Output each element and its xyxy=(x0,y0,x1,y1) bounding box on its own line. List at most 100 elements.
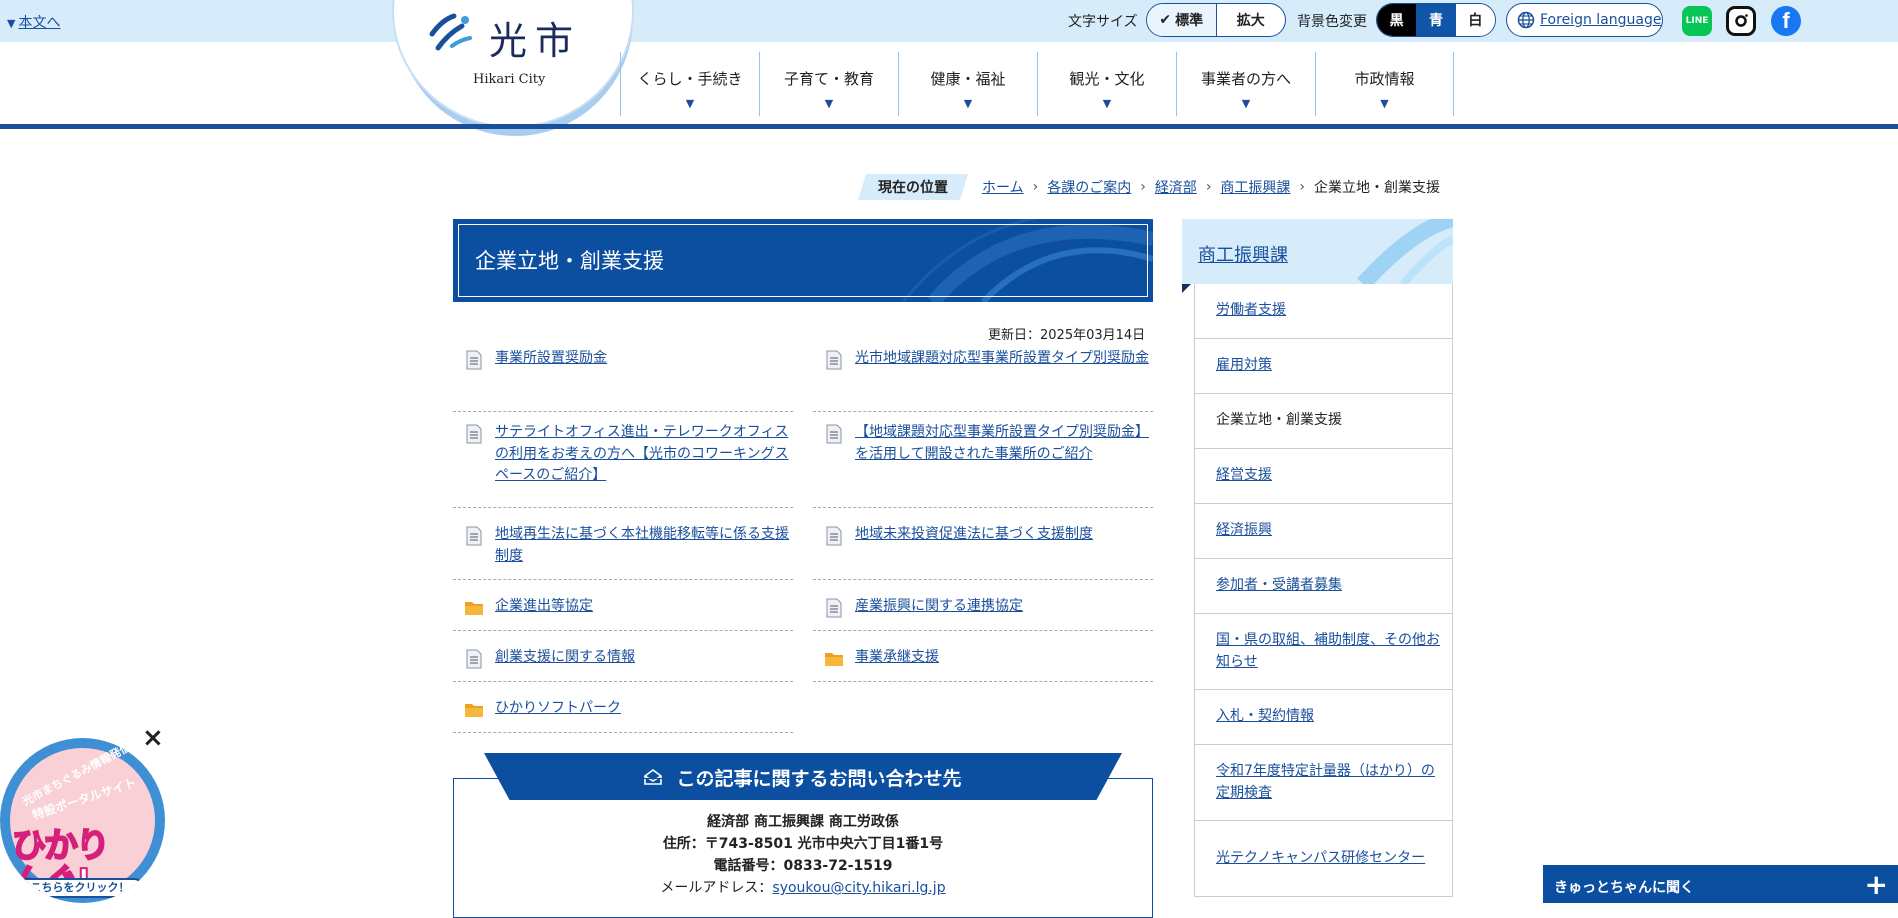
sidebar-item-label: 企業立地・創業支援 xyxy=(1216,412,1342,429)
document-icon xyxy=(466,526,482,546)
document-icon xyxy=(826,526,842,546)
city-emblem-icon xyxy=(429,13,472,51)
gnav-label: 子育て・教育 xyxy=(783,70,874,88)
chat-widget-bar[interactable]: きゅっとちゃんに聞く + xyxy=(1543,865,1898,903)
gnav-item-health[interactable]: 健康・福祉 ▼ xyxy=(898,52,1037,116)
skip-link-label: 本文へ xyxy=(18,15,61,31)
list-item[interactable]: 企業進出等協定 xyxy=(453,596,793,631)
sidebar-item[interactable]: 労働者支援 xyxy=(1195,284,1452,339)
link-text: 事業所設置奨励金 xyxy=(495,350,607,366)
plus-icon: + xyxy=(1864,868,1888,901)
link-text: 創業支援に関する情報 xyxy=(495,649,635,665)
document-icon xyxy=(466,424,482,444)
folder-icon xyxy=(825,653,843,666)
gnav-item-city-info[interactable]: 市政情報 ▼ xyxy=(1315,52,1454,116)
breadcrumb-economy[interactable]: 経済部 xyxy=(1155,177,1197,197)
breadcrumb-separator: › xyxy=(1140,179,1146,195)
gnav-label: 健康・福祉 xyxy=(930,70,1006,88)
bg-color-label: 背景色変更 xyxy=(1297,13,1367,30)
font-size-switcher: ✔ 標準 拡大 xyxy=(1146,3,1286,37)
gnav-item-childcare[interactable]: 子育て・教育 ▼ xyxy=(759,52,898,116)
link-text: 地域未来投資促進法に基づく支援制度 xyxy=(855,526,1093,542)
list-item[interactable]: サテライトオフィス進出・テレワークオフィスの利用をお考えの方へ【光市のコワーキン… xyxy=(453,422,793,508)
breadcrumb-home[interactable]: ホーム xyxy=(982,177,1024,197)
document-icon xyxy=(466,350,482,370)
font-size-standard-button[interactable]: ✔ 標準 xyxy=(1147,4,1217,36)
contact-email-label: メールアドレス： xyxy=(660,880,773,896)
document-icon xyxy=(826,350,842,370)
folder-icon xyxy=(465,602,483,615)
bg-blue-button[interactable]: 青 xyxy=(1416,4,1456,36)
triangle-down-icon: ▼ xyxy=(1102,97,1112,110)
breadcrumb-separator: › xyxy=(1299,179,1306,195)
line-icon[interactable]: LINE xyxy=(1682,6,1712,36)
sidebar-item-label: 光テクノキャンパス研修センター xyxy=(1216,849,1426,866)
link-text: 産業振興に関する連携協定 xyxy=(855,598,1023,614)
contact-phone: 電話番号：0833-72-1519 xyxy=(713,858,893,874)
sidebar-item[interactable]: 参加者・受講者募集 xyxy=(1195,559,1452,614)
sidebar-item[interactable]: 令和7年度特定計量器（はかり）の定期検査 xyxy=(1195,745,1452,821)
sidebar-heading-box: 商工振興課 xyxy=(1182,219,1453,284)
sidebar-wave-decoration xyxy=(1357,219,1453,284)
breadcrumb-here-label: 現在の位置 xyxy=(858,174,968,200)
link-text: 光市地域課題対応型事業所設置タイプ別奨励金 xyxy=(855,350,1149,366)
breadcrumb-separator: › xyxy=(1032,179,1039,195)
instagram-icon[interactable] xyxy=(1726,6,1756,36)
bg-white-button[interactable]: 白 xyxy=(1455,4,1495,36)
triangle-down-icon: ▼ xyxy=(685,97,695,110)
banner-cta: こちらをクリック！ xyxy=(16,878,144,898)
foreign-language-button[interactable]: Foreign language xyxy=(1506,3,1663,37)
logo-name: 光市 xyxy=(489,19,582,63)
list-item[interactable]: 創業支援に関する情報 xyxy=(453,647,793,682)
breadcrumb-commerce[interactable]: 商工振興課 xyxy=(1220,177,1290,197)
gnav-label: 事業者の方へ xyxy=(1200,70,1291,88)
foreign-language-label: Foreign language xyxy=(1540,12,1662,28)
gnav-item-tourism[interactable]: 観光・文化 ▼ xyxy=(1037,52,1176,116)
list-item[interactable]: 【地域課題対応型事業所設置タイプ別奨励金】を活用して開設された事業所のご紹介 xyxy=(813,422,1153,508)
sidebar-item[interactable]: 光テクノキャンパス研修センター xyxy=(1195,821,1452,897)
list-item[interactable]: 事業承継支援 xyxy=(813,647,1153,682)
page-title-box: 企業立地・創業支援 xyxy=(453,219,1153,302)
font-size-standard-label: 標準 xyxy=(1175,13,1204,29)
document-icon xyxy=(826,424,842,444)
contact-address: 住所：〒743-8501 光市中央六丁目1番1号 xyxy=(662,836,944,852)
font-size-large-button[interactable]: 拡大 xyxy=(1217,4,1286,36)
sidebar-item-label: 経営支援 xyxy=(1216,467,1272,484)
link-text: サテライトオフィス進出・テレワークオフィスの利用をお考えの方へ【光市のコワーキン… xyxy=(495,424,789,483)
folder-icon xyxy=(465,704,483,717)
portal-banner[interactable]: 光市まちぐるみ情報発信 特設ポータルサイト ひかり んぐ! こちらをクリック！ xyxy=(0,738,165,903)
sidebar-item[interactable]: 入札・契約情報 xyxy=(1195,690,1452,745)
list-item[interactable]: 光市地域課題対応型事業所設置タイプ別奨励金 xyxy=(813,348,1153,412)
list-item[interactable]: 事業所設置奨励金 xyxy=(453,348,793,412)
sidebar-heading[interactable]: 商工振興課 xyxy=(1198,241,1288,267)
skip-to-content-link[interactable]: ▼ 本文へ xyxy=(7,12,60,32)
sidebar-item[interactable]: 国・県の取組、補助制度、その他お知らせ xyxy=(1195,614,1452,690)
list-item[interactable]: 産業振興に関する連携協定 xyxy=(813,596,1153,631)
breadcrumb-departments[interactable]: 各課のご案内 xyxy=(1047,177,1131,197)
link-text: ひかりソフトパーク xyxy=(495,700,621,716)
sidebar-item[interactable]: 経営支援 xyxy=(1195,449,1452,504)
logo-english-name: Hikari City xyxy=(473,72,546,87)
sidebar-item[interactable]: 経済振興 xyxy=(1195,504,1452,559)
sidebar-item-label: 経済振興 xyxy=(1216,522,1272,539)
gnav-item-business[interactable]: 事業者の方へ ▼ xyxy=(1176,52,1315,116)
gnav-label: 観光・文化 xyxy=(1069,70,1145,88)
sidebar-item[interactable]: 雇用対策 xyxy=(1195,339,1452,394)
list-item[interactable]: 地域再生法に基づく本社機能移転等に係る支援制度 xyxy=(453,524,793,580)
list-item[interactable]: 地域未来投資促進法に基づく支援制度 xyxy=(813,524,1153,580)
gnav-item-living[interactable]: くらし・手続き ▼ xyxy=(620,52,759,116)
close-icon[interactable]: × xyxy=(142,725,164,751)
triangle-down-icon: ▼ xyxy=(7,17,16,30)
bg-color-switcher: 黒 青 白 xyxy=(1376,3,1496,37)
list-item[interactable]: ひかりソフトパーク xyxy=(453,698,793,733)
breadcrumb-current: 企業立地・創業支援 xyxy=(1314,180,1441,196)
breadcrumb-separator: › xyxy=(1205,179,1212,195)
gnav-label: 市政情報 xyxy=(1354,70,1415,88)
sidebar-item-label: 国・県の取組、補助制度、その他お知らせ xyxy=(1216,632,1440,670)
triangle-down-icon: ▼ xyxy=(1241,97,1251,110)
contact-email-link[interactable]: syoukou@city.hikari.lg.jp xyxy=(772,880,945,896)
global-nav: くらし・手続き ▼ 子育て・教育 ▼ 健康・福祉 ▼ 観光・文化 ▼ 事業者の方へ ▼ 市… xyxy=(620,52,1454,116)
document-icon xyxy=(826,598,842,618)
bg-black-button[interactable]: 黒 xyxy=(1377,4,1417,36)
facebook-icon[interactable]: f xyxy=(1771,6,1801,36)
